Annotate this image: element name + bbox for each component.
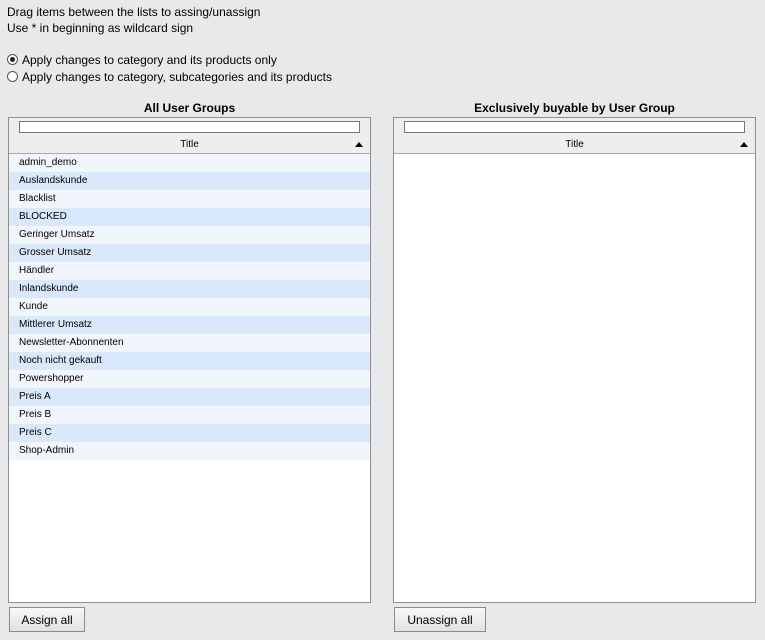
sort-ascending-icon — [355, 142, 363, 147]
exclusive-user-groups-header: Title — [394, 118, 755, 154]
help-line-drag: Drag items between the lists to assing/u… — [7, 5, 261, 19]
all-user-groups-panel: Title admin_demo Auslandskunde Blacklist BL… — [8, 117, 371, 603]
unassign-all-button[interactable]: Unassign all — [394, 607, 486, 632]
all-user-groups-header: Title — [9, 118, 370, 154]
all-user-groups-list-item[interactable]: admin_demo — [9, 154, 370, 172]
all-user-groups-list-item[interactable]: Auslandskunde — [9, 172, 370, 190]
option-category-only-label[interactable]: Apply changes to category and its produc… — [22, 53, 277, 67]
all-user-groups-list-item[interactable]: Newsletter-Abonnenten — [9, 334, 370, 352]
all-user-groups-list-item[interactable]: Händler — [9, 262, 370, 280]
title-column-label: Title — [180, 139, 199, 150]
exclusive-user-groups-title: Exclusively buyable by User Group — [474, 101, 675, 115]
help-text: Drag items between the lists to assing/u… — [7, 4, 260, 36]
all-user-groups-list-item[interactable]: Kunde — [9, 298, 370, 316]
all-user-groups-list-item[interactable]: Mittlerer Umsatz — [9, 316, 370, 334]
help-line-wildcard: Use * in beginning as wildcard sign — [7, 21, 194, 35]
option-with-subcategories[interactable]: Apply changes to category, subcategories… — [7, 68, 332, 85]
all-user-groups-title: All User Groups — [143, 101, 236, 115]
all-user-groups-list-item[interactable]: Grosser Umsatz — [9, 244, 370, 262]
all-user-groups-list-item[interactable]: Powershopper — [9, 370, 370, 388]
all-user-groups-list: admin_demo Auslandskunde Blacklist BLOCKED G… — [9, 154, 370, 460]
all-user-groups-list-item[interactable]: BLOCKED — [9, 208, 370, 226]
radio-with-subcategories[interactable] — [7, 71, 18, 82]
assign-all-button[interactable]: Assign all — [9, 607, 85, 632]
all-user-groups-list-item[interactable]: Noch nicht gekauft — [9, 352, 370, 370]
all-user-groups-filter-input[interactable] — [19, 121, 360, 133]
sort-ascending-icon — [740, 142, 748, 147]
exclusive-user-groups-title-column[interactable]: Title — [394, 137, 755, 153]
all-user-groups-list-item[interactable]: Preis A — [9, 388, 370, 406]
apply-options: Apply changes to category and its produc… — [7, 51, 332, 85]
all-user-groups-list-item[interactable]: Preis C — [9, 424, 370, 442]
option-category-only[interactable]: Apply changes to category and its produc… — [7, 51, 332, 68]
option-with-subcategories-label[interactable]: Apply changes to category, subcategories… — [22, 70, 332, 84]
all-user-groups-list-item[interactable]: Inlandskunde — [9, 280, 370, 298]
exclusive-user-groups-filter-input[interactable] — [404, 121, 745, 133]
all-user-groups-list-item[interactable]: Geringer Umsatz — [9, 226, 370, 244]
all-user-groups-list-item[interactable]: Preis B — [9, 406, 370, 424]
all-user-groups-list-item[interactable]: Blacklist — [9, 190, 370, 208]
exclusive-user-groups-panel: Title — [393, 117, 756, 603]
radio-category-only[interactable] — [7, 54, 18, 65]
all-user-groups-title-column[interactable]: Title — [9, 137, 370, 153]
title-column-label: Title — [565, 139, 584, 150]
all-user-groups-list-item[interactable]: Shop-Admin — [9, 442, 370, 460]
